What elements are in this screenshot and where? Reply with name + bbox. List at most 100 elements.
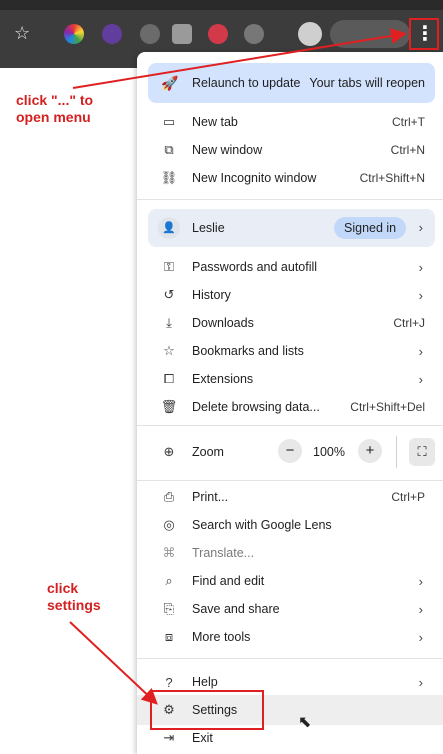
chevron-right-icon: ›	[418, 674, 423, 690]
divider	[137, 199, 443, 200]
star-icon[interactable]: ☆	[14, 22, 30, 44]
annotation-line: click	[47, 580, 79, 596]
shortcut-text: Ctrl+Shift+Del	[350, 400, 425, 414]
menu-item-label: New window	[192, 143, 263, 157]
menu-item-label: Downloads	[192, 316, 254, 330]
menu-item-new-tab[interactable]: ▭ New tab Ctrl+T	[137, 108, 443, 136]
menu-item-label: Delete browsing data...	[192, 400, 320, 414]
menu-item-downloads[interactable]: ⤓ Downloads Ctrl+J	[137, 309, 443, 337]
settings-highlight	[150, 690, 264, 730]
annotation-line: settings	[47, 597, 101, 613]
menu-item-label: Save and share	[192, 602, 280, 616]
chevron-right-icon: ›	[418, 371, 423, 387]
rocket-icon: 🚀	[161, 75, 179, 91]
menu-item-label: Search with Google Lens	[192, 518, 332, 532]
annotation-line: open menu	[16, 109, 91, 125]
shortcut-text: Ctrl+J	[393, 316, 425, 330]
chevron-right-icon: ›	[418, 601, 423, 617]
chrome-menu: 🚀 Relaunch to update Your tabs will reop…	[137, 52, 443, 754]
zoom-icon: ⊕	[163, 444, 175, 459]
menu-item-google-lens[interactable]: ◎ Search with Google Lens	[137, 511, 443, 539]
fullscreen-button[interactable]: ⛶	[409, 438, 435, 466]
chevron-right-icon: ›	[418, 343, 423, 359]
menu-item-label: New tab	[192, 115, 238, 129]
divider	[396, 436, 397, 468]
lens-icon: ◎	[163, 517, 175, 532]
menu-item-extensions[interactable]: ⧠ Extensions ›	[137, 365, 443, 393]
extension-icon-white[interactable]	[172, 24, 192, 44]
star-icon: ☆	[163, 343, 175, 358]
history-icon: ↺	[163, 287, 175, 302]
new-tab-icon: ▭	[162, 114, 176, 129]
annotation-line: click "..." to	[16, 92, 94, 108]
printer-icon: ⎙	[163, 489, 175, 504]
menu-item-new-window[interactable]: ⧉ New window Ctrl+N	[137, 136, 443, 164]
menu-item-label: New Incognito window	[192, 171, 317, 185]
profile-name: Leslie	[192, 221, 225, 235]
menu-item-find-and-edit[interactable]: ⌕ Find and edit ›	[137, 567, 443, 595]
incognito-icon: ⛓	[160, 170, 178, 185]
shortcut-text: Ctrl+Shift+N	[359, 171, 425, 185]
chevron-right-icon: ›	[418, 573, 423, 589]
relaunch-note: Your tabs will reopen	[309, 76, 425, 90]
menu-item-incognito[interactable]: ⛓ New Incognito window Ctrl+Shift+N	[137, 164, 443, 192]
menu-item-label: Help	[192, 675, 218, 689]
menu-item-label: Translate...	[192, 546, 255, 560]
chevron-right-icon: ›	[418, 287, 423, 303]
chevron-right-icon: ›	[418, 220, 423, 235]
menu-item-bookmarks[interactable]: ☆ Bookmarks and lists ›	[137, 337, 443, 365]
avatar[interactable]	[298, 22, 322, 46]
shortcut-text: Ctrl+N	[390, 143, 425, 157]
annotation-settings: click settings	[47, 580, 101, 614]
shortcut-text: Ctrl+P	[391, 490, 425, 504]
menu-item-passwords[interactable]: ⚿ Passwords and autofill ›	[137, 253, 443, 281]
toolbar-pill[interactable]	[330, 20, 410, 48]
relaunch-label: Relaunch to update	[192, 76, 301, 90]
menu-button-highlight	[409, 18, 439, 50]
menu-item-more-tools[interactable]: ⧈ More tools ›	[137, 623, 443, 651]
menu-item-history[interactable]: ↺ History ›	[137, 281, 443, 309]
save-icon: ⎘	[163, 601, 175, 616]
toolbox-icon: ⧈	[164, 629, 174, 644]
menu-item-translate[interactable]: ⌘ Translate...	[137, 539, 443, 567]
menu-item-label: Print...	[192, 490, 229, 504]
zoom-out-button[interactable]: −	[278, 439, 302, 463]
trash-icon: 🗑	[160, 399, 178, 414]
extension-icon-red[interactable]	[208, 24, 228, 44]
divider	[137, 425, 443, 426]
zoom-level: 100%	[313, 445, 345, 459]
chevron-right-icon: ›	[418, 629, 423, 645]
divider	[137, 658, 443, 659]
help-icon: ?	[165, 674, 173, 690]
avatar: 👤	[158, 217, 180, 239]
menu-item-label: History	[192, 288, 231, 302]
key-icon: ⚿	[164, 259, 174, 274]
shortcut-text: Ctrl+T	[392, 115, 425, 129]
extension-icon-colorful[interactable]	[64, 24, 84, 44]
download-icon: ⤓	[166, 315, 172, 330]
relaunch-to-update[interactable]: 🚀 Relaunch to update Your tabs will reop…	[148, 63, 435, 103]
puzzle-icon: ⧠	[163, 371, 175, 386]
menu-item-print[interactable]: ⎙ Print... Ctrl+P	[137, 483, 443, 511]
menu-item-label: Passwords and autofill	[192, 260, 318, 274]
profile-row[interactable]: 👤 Leslie Signed in ›	[148, 209, 435, 247]
chevron-right-icon: ›	[418, 259, 423, 275]
annotation-open-menu: click "..." to open menu	[16, 92, 93, 126]
menu-item-label: Exit	[192, 731, 213, 745]
menu-item-save-and-share[interactable]: ⎘ Save and share ›	[137, 595, 443, 623]
menu-item-label: Find and edit	[192, 574, 265, 588]
find-icon: ⌕	[165, 573, 173, 588]
mouse-cursor-icon: ⬉	[298, 714, 312, 731]
extension-icon-blurred[interactable]	[244, 24, 264, 44]
screenshot-root: ☆ ⋮ 🚀 Relaunch to update Your tabs will …	[0, 0, 443, 754]
menu-item-delete-browsing-data[interactable]: 🗑 Delete browsing data... Ctrl+Shift+Del	[137, 393, 443, 421]
tab-strip	[0, 0, 443, 10]
exit-icon: ⇥	[163, 730, 175, 745]
extension-icon-purple[interactable]	[102, 24, 122, 44]
extension-icon-gray[interactable]	[140, 24, 160, 44]
menu-item-label: More tools	[192, 630, 251, 644]
menu-item-label: Extensions	[192, 372, 254, 386]
translate-icon: ⌘	[162, 545, 176, 560]
zoom-in-button[interactable]: +	[358, 439, 382, 463]
menu-item-label: Zoom	[192, 445, 224, 459]
